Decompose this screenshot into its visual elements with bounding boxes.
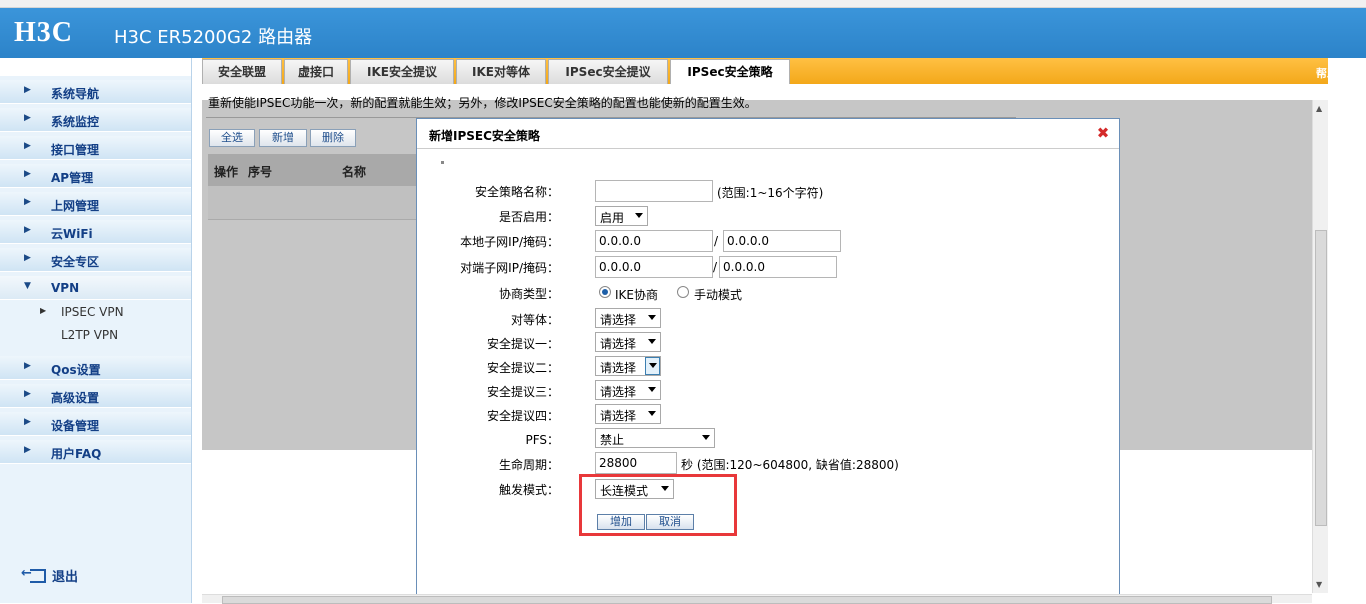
- pfs-label: PFS：: [525, 433, 559, 447]
- add-button[interactable]: 新增: [259, 129, 307, 147]
- expand-arrow-icon: ▶: [24, 169, 31, 179]
- logout-link[interactable]: 退出: [21, 566, 78, 585]
- expand-arrow-icon: ▶: [24, 445, 31, 455]
- expand-arrow-icon: ▶: [24, 417, 31, 427]
- proposal3-label: 安全提议三：: [486, 385, 559, 399]
- sidebar-subitem-l2tp-vpn[interactable]: L2TP VPN: [0, 325, 191, 347]
- sidebar-item-internet[interactable]: ▶ 上网管理: [0, 192, 191, 216]
- local-subnet-label: 本地子网IP/掩码：: [460, 235, 559, 249]
- proposal1-label: 安全提议一：: [486, 337, 559, 351]
- tab-ike-peer[interactable]: IKE对等体: [456, 59, 546, 84]
- h3c-logo: H3C: [14, 17, 73, 48]
- scroll-thumb[interactable]: [1315, 230, 1327, 526]
- sidebar-item-advanced[interactable]: ▶ 高级设置: [0, 384, 191, 408]
- chevron-down-icon: [648, 411, 656, 416]
- remote-subnet-label: 对端子网IP/掩码：: [460, 261, 559, 275]
- expand-arrow-icon: ▶: [24, 197, 31, 207]
- sidebar-item-security[interactable]: ▶ 安全专区: [0, 248, 191, 272]
- local-mask-input[interactable]: [723, 230, 841, 252]
- trigger-label: 触发模式：: [498, 483, 559, 497]
- proposal2-select[interactable]: 请选择: [595, 356, 661, 376]
- select-all-button[interactable]: 全选: [209, 129, 255, 147]
- sidebar-item-device[interactable]: ▶ 设备管理: [0, 412, 191, 436]
- sidebar-item-ap[interactable]: ▶ AP管理: [0, 164, 191, 188]
- logout-icon: [21, 566, 46, 583]
- radio-ike[interactable]: [599, 286, 611, 298]
- tab-ike-proposal[interactable]: IKE安全提议: [350, 59, 454, 84]
- enabled-label: 是否启用：: [498, 210, 559, 224]
- sidebar-item-system-monitor[interactable]: ▶ 系统监控: [0, 108, 191, 132]
- chevron-down-icon: [648, 339, 656, 344]
- peer-label: 对等体：: [510, 313, 559, 327]
- expand-arrow-icon: ▶: [24, 389, 31, 399]
- proposal1-select[interactable]: 请选择: [595, 332, 661, 352]
- remote-mask-input[interactable]: [719, 256, 837, 278]
- local-ip-input[interactable]: [595, 230, 713, 252]
- scroll-down-icon[interactable]: ▼: [1316, 580, 1322, 589]
- proposal2-label: 安全提议二：: [486, 361, 559, 375]
- sidebar-item-interface[interactable]: ▶ 接口管理: [0, 136, 191, 160]
- proposal4-select[interactable]: 请选择: [595, 404, 661, 424]
- lifetime-hint: 秒 (范围:120~604800, 缺省值:28800): [681, 458, 899, 472]
- close-icon[interactable]: ✖: [1096, 126, 1110, 141]
- policy-name-label: 安全策略名称：: [474, 185, 559, 199]
- peer-select[interactable]: 请选择: [595, 308, 661, 328]
- app-header: H3C H3C ER5200G2 路由器: [0, 8, 1366, 58]
- sidebar-item-cloud-wifi[interactable]: ▶ 云WiFi: [0, 220, 191, 244]
- radio-manual[interactable]: [677, 286, 689, 298]
- chevron-down-icon: [702, 435, 710, 440]
- browser-toolbar-strip: [0, 0, 1366, 8]
- expand-arrow-icon: ▶: [24, 141, 31, 151]
- expand-arrow-icon: ▶: [24, 85, 31, 95]
- chevron-down-icon: [635, 213, 643, 218]
- grid-header: 操作 序号 名称: [208, 154, 418, 186]
- col-name: 名称: [342, 165, 367, 179]
- proposal4-label: 安全提议四：: [486, 409, 559, 423]
- dialog-title: 新增IPSEC安全策略: [429, 129, 540, 143]
- sidebar-item-qos[interactable]: ▶ Qos设置: [0, 356, 191, 380]
- proposal3-select[interactable]: 请选择: [595, 380, 661, 400]
- scroll-up-icon[interactable]: ▲: [1316, 104, 1322, 113]
- negotiation-label: 协商类型：: [498, 287, 559, 301]
- tab-bar: 安全联盟 虚接口 IKE安全提议 IKE对等体 IPSec安全提议 IPSec安…: [202, 58, 1352, 84]
- tab-security-association[interactable]: 安全联盟: [202, 59, 282, 84]
- lifetime-input[interactable]: [595, 452, 677, 474]
- enabled-select[interactable]: 启用: [595, 206, 648, 226]
- expand-arrow-icon: ▶: [24, 225, 31, 235]
- pfs-select[interactable]: 禁止: [595, 428, 715, 448]
- content-vertical-scrollbar[interactable]: ▲ ▼: [1312, 100, 1328, 593]
- sidebar-item-faq[interactable]: ▶ 用户FAQ: [0, 440, 191, 464]
- policy-name-hint: (范围:1~16个字符): [717, 186, 824, 200]
- tab-virtual-interface[interactable]: 虚接口: [284, 59, 348, 84]
- table-row: [208, 186, 418, 220]
- sidebar-item-vpn[interactable]: ▼ VPN: [0, 276, 191, 300]
- col-index: 序号: [248, 165, 273, 179]
- selected-arrow-icon: ▶: [40, 306, 47, 315]
- delete-button[interactable]: 删除: [310, 129, 356, 147]
- sidebar-subitem-ipsec-vpn[interactable]: ▶ IPSEC VPN: [0, 302, 191, 324]
- lifetime-label: 生命周期：: [498, 458, 559, 472]
- chevron-down-icon: [648, 387, 656, 392]
- policy-name-input[interactable]: [595, 180, 713, 202]
- sidebar: ▶ 系统导航 ▶ 系统监控 ▶ 接口管理 ▶ AP管理 ▶ 上网管理 ▶ 云WiFi ▶ 安全…: [0, 58, 192, 603]
- chevron-down-icon: [649, 363, 657, 368]
- content-horizontal-scrollbar[interactable]: [202, 594, 1312, 604]
- expand-arrow-icon: ▶: [24, 253, 31, 263]
- notice-text: 重新使能IPSEC功能一次，新的配置就能生效；另外，修改IPSEC安全策略的配置…: [208, 96, 757, 110]
- chevron-down-icon: [648, 315, 656, 320]
- col-operation: 操作: [214, 165, 239, 179]
- sidebar-item-system-nav[interactable]: ▶ 系统导航: [0, 80, 191, 104]
- expand-arrow-icon: ▶: [24, 113, 31, 123]
- remote-ip-input[interactable]: [595, 256, 713, 278]
- collapse-arrow-icon: ▼: [24, 281, 31, 291]
- tab-ipsec-policy[interactable]: IPSec安全策略: [670, 59, 790, 84]
- app-title: H3C ER5200G2 路由器: [114, 27, 313, 48]
- highlight-annotation-box: [579, 474, 737, 536]
- add-ipsec-policy-dialog: 新增IPSEC安全策略 ✖ 安全策略名称： (范围:1~16个字符) 是否启用：…: [416, 118, 1120, 603]
- expand-arrow-icon: ▶: [24, 361, 31, 371]
- tab-ipsec-proposal[interactable]: IPSec安全提议: [548, 59, 668, 84]
